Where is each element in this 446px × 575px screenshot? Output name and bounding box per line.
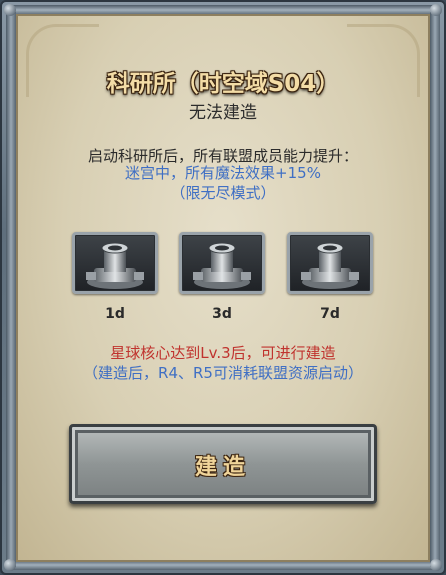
option-slot-3d[interactable] bbox=[179, 232, 265, 294]
tower-icon bbox=[86, 242, 144, 289]
bolt-icon bbox=[430, 559, 442, 571]
option-slot-7d[interactable] bbox=[287, 232, 373, 294]
requirement-text: 星球核心达到Lv.3后，可进行建造 bbox=[110, 344, 336, 362]
dialog-title: 科研所（时空域S04） bbox=[106, 71, 340, 97]
bolt-icon bbox=[4, 559, 16, 571]
requirement-note: （建造后，R4、R5可消耗联盟资源启动） bbox=[83, 364, 363, 382]
tower-icon bbox=[193, 242, 251, 289]
bolt-icon bbox=[430, 4, 442, 16]
description-line-3: （限无尽模式） bbox=[170, 184, 276, 202]
build-status: 无法建造 bbox=[189, 103, 257, 123]
bolt-icon bbox=[4, 4, 16, 16]
build-button[interactable]: 建造 bbox=[69, 424, 377, 504]
duration-label-1d: 1d bbox=[105, 306, 125, 322]
build-button-label: 建造 bbox=[194, 455, 251, 480]
duration-label-3d: 3d bbox=[212, 306, 232, 322]
tower-icon bbox=[301, 242, 359, 289]
option-slot-1d[interactable] bbox=[72, 232, 158, 294]
duration-label-7d: 7d bbox=[320, 306, 340, 322]
description-line-2: 迷宫中，所有魔法效果+15% bbox=[125, 164, 321, 182]
